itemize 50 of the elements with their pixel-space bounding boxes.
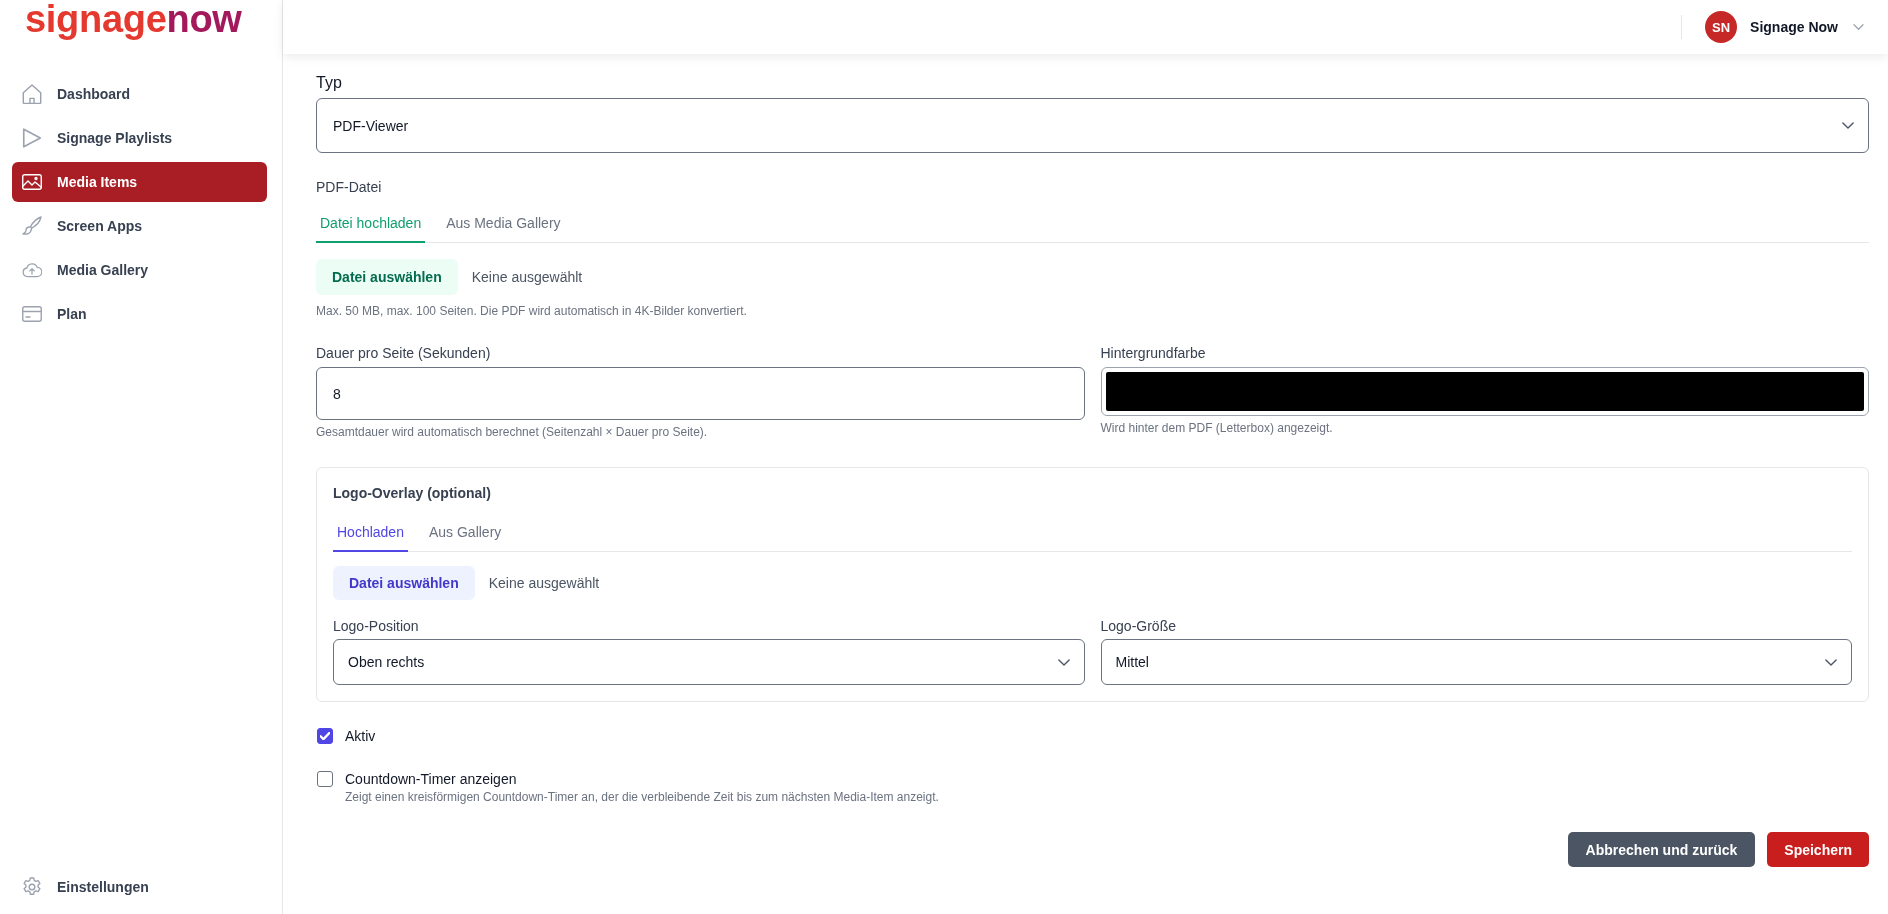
- cloud-upload-icon: [22, 260, 42, 280]
- field-label: Hintergrundfarbe: [1100, 344, 1207, 362]
- nav-item[interactable]: Screen Apps: [12, 206, 267, 246]
- nav-item[interactable]: Signage Playlists: [12, 118, 267, 158]
- type-select[interactable]: PDF-Viewer: [316, 98, 1869, 153]
- chevron-down-icon: [1825, 658, 1837, 666]
- paintbrush-icon: [22, 216, 42, 236]
- hint-text: Zeigt einen kreisförmigen Countdown-Timer an, der die verbleibende Zeit bis zum nächsten Media-Item anzeigt.: [345, 790, 940, 804]
- field-label: PDF-Datei: [316, 178, 383, 196]
- save-button[interactable]: Speichern: [1767, 832, 1869, 867]
- position-select[interactable]: Oben rechts: [333, 639, 1085, 685]
- card-title: Logo-Overlay (optional): [333, 484, 492, 502]
- hint-text: Wird hinter dem PDF (Letterbox) angezeigt.: [1100, 421, 1334, 435]
- nav-item[interactable]: Plan: [12, 294, 267, 334]
- number-input[interactable]: 8: [316, 367, 1085, 420]
- choose-file-button[interactable]: Datei auswählen: [333, 566, 475, 600]
- cancel-button[interactable]: Abbrechen und zurück: [1567, 832, 1756, 867]
- choose-file-button[interactable]: Datei auswählen: [316, 259, 458, 295]
- house-icon: [22, 84, 42, 104]
- chevron-down-icon: [1842, 122, 1854, 129]
- checkbox[interactable]: [317, 771, 333, 787]
- tab[interactable]: Datei hochladen: [316, 204, 426, 243]
- checkmark-icon: [320, 732, 330, 740]
- nav-item[interactable]: Media Gallery: [12, 250, 267, 290]
- settings-icon: [22, 877, 42, 897]
- tab[interactable]: Aus Media Gallery: [442, 204, 565, 243]
- image-icon: [22, 172, 42, 192]
- chevron-down-icon: [1057, 658, 1070, 666]
- checkbox-label: Countdown-Timer anzeigen: [345, 770, 517, 789]
- field-label: Logo-Größe: [1100, 617, 1177, 635]
- user-avatar[interactable]: SN: [1705, 11, 1738, 43]
- field-label: Typ: [316, 73, 343, 93]
- brand-logo: signagenow: [25, 0, 242, 41]
- nav-item[interactable]: Dashboard: [12, 74, 267, 114]
- field-label: Dauer pro Seite (Sekunden): [316, 344, 492, 362]
- field-label: Logo-Position: [333, 617, 420, 635]
- nav-item[interactable]: Media Items: [12, 162, 267, 202]
- checkbox-label: Aktiv: [345, 727, 376, 746]
- user-name[interactable]: Signage Now: [1750, 19, 1838, 35]
- tab[interactable]: Hochladen: [333, 513, 408, 552]
- play-icon: [22, 128, 42, 148]
- hint-text: Gesamtdauer wird automatisch berechnet (Seitenzahl × Dauer pro Seite).: [316, 425, 709, 439]
- file-status: Keine ausgewählt: [471, 269, 583, 285]
- checkbox[interactable]: [317, 728, 333, 744]
- credit-card-icon: [22, 304, 42, 324]
- settings-nav-item[interactable]: Einstellungen: [12, 867, 267, 907]
- hint-text: Max. 50 MB, max. 100 Seiten. Die PDF wird automatisch in 4K-Bilder konvertiert.: [316, 304, 748, 318]
- size-select[interactable]: Mittel: [1100, 639, 1852, 685]
- tab[interactable]: Aus Gallery: [424, 513, 506, 552]
- file-status: Keine ausgewählt: [488, 575, 600, 591]
